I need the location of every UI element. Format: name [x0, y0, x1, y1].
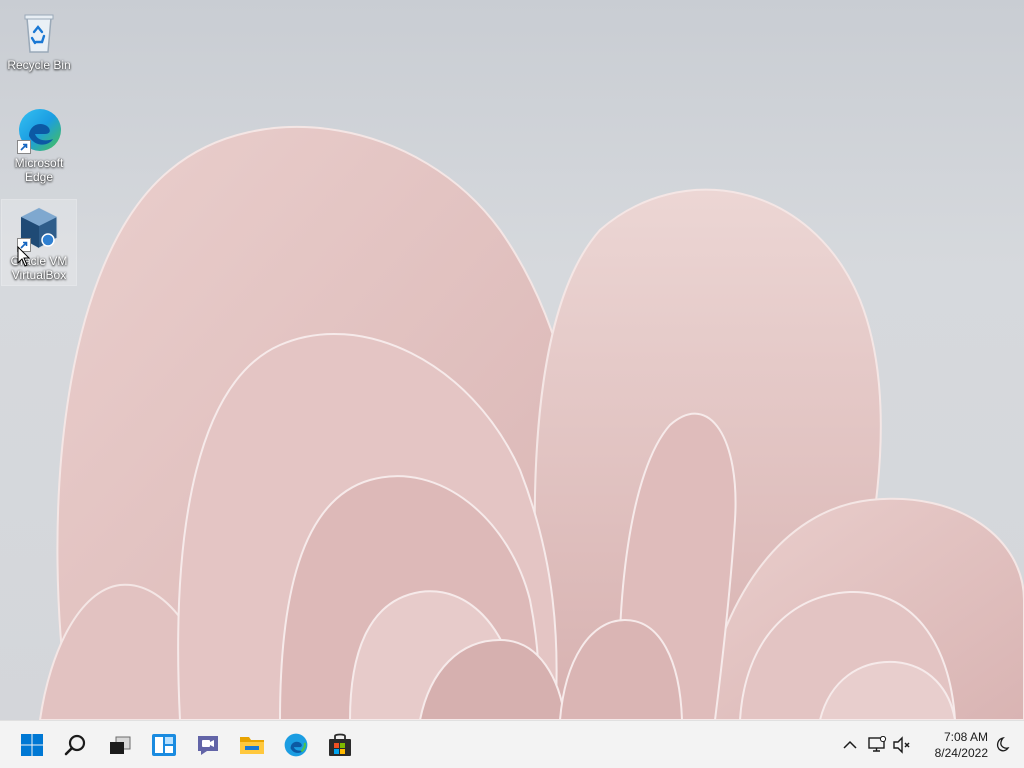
- chat-icon: [198, 736, 218, 755]
- clock-time: 7:08 AM: [943, 730, 988, 744]
- notification-center-button[interactable]: [990, 733, 1012, 757]
- chat-button[interactable]: [190, 727, 226, 763]
- network-icon: [868, 736, 887, 752]
- desktop[interactable]: Recycle Bin Microsoft Edge Oracle VM Vir…: [0, 0, 1024, 720]
- edge-taskbar-button[interactable]: [278, 727, 314, 763]
- desktop-icon-label: Microsoft Edge: [14, 156, 64, 184]
- file-explorer-button[interactable]: [234, 727, 270, 763]
- recycle-bin-icon: [15, 8, 63, 56]
- bloom-wallpaper: [38, 125, 1024, 720]
- volume-muted-icon: [893, 736, 910, 754]
- search-icon: [64, 734, 86, 756]
- shortcut-arrow-icon: [17, 140, 31, 154]
- desktop-icon-virtualbox[interactable]: Oracle VM VirtualBox: [1, 199, 77, 286]
- notification-moon-icon: [996, 736, 1010, 752]
- system-clock[interactable]: 7:08 AM 8/24/2022: [916, 727, 988, 763]
- file-explorer-icon: [240, 737, 264, 754]
- mouse-cursor-icon: [17, 246, 31, 267]
- desktop-icon-recycle-bin[interactable]: Recycle Bin: [2, 4, 76, 75]
- start-button[interactable]: [14, 727, 50, 763]
- task-view-icon: [110, 736, 131, 754]
- task-view-button[interactable]: [102, 727, 138, 763]
- windows-start-icon: [21, 734, 43, 756]
- desktop-icon-label: Recycle Bin: [7, 58, 71, 72]
- show-hidden-icons-button[interactable]: [839, 733, 861, 757]
- clock-date: 8/24/2022: [934, 746, 988, 760]
- network-status-button[interactable]: [866, 733, 888, 757]
- chevron-up-icon: [843, 740, 857, 749]
- taskbar: 7:08 AM 8/24/2022: [0, 720, 1024, 768]
- volume-button[interactable]: [891, 733, 913, 757]
- widgets-icon: [152, 734, 176, 756]
- microsoft-store-icon: [329, 733, 351, 756]
- virtualbox-icon: [15, 204, 63, 252]
- search-button[interactable]: [58, 727, 94, 763]
- edge-icon: [15, 106, 63, 154]
- edge-icon: [284, 733, 308, 757]
- desktop-icon-microsoft-edge[interactable]: Microsoft Edge: [2, 102, 76, 187]
- widgets-button[interactable]: [146, 727, 182, 763]
- desktop-icon-label: Oracle VM VirtualBox: [10, 254, 68, 282]
- microsoft-store-button[interactable]: [322, 727, 358, 763]
